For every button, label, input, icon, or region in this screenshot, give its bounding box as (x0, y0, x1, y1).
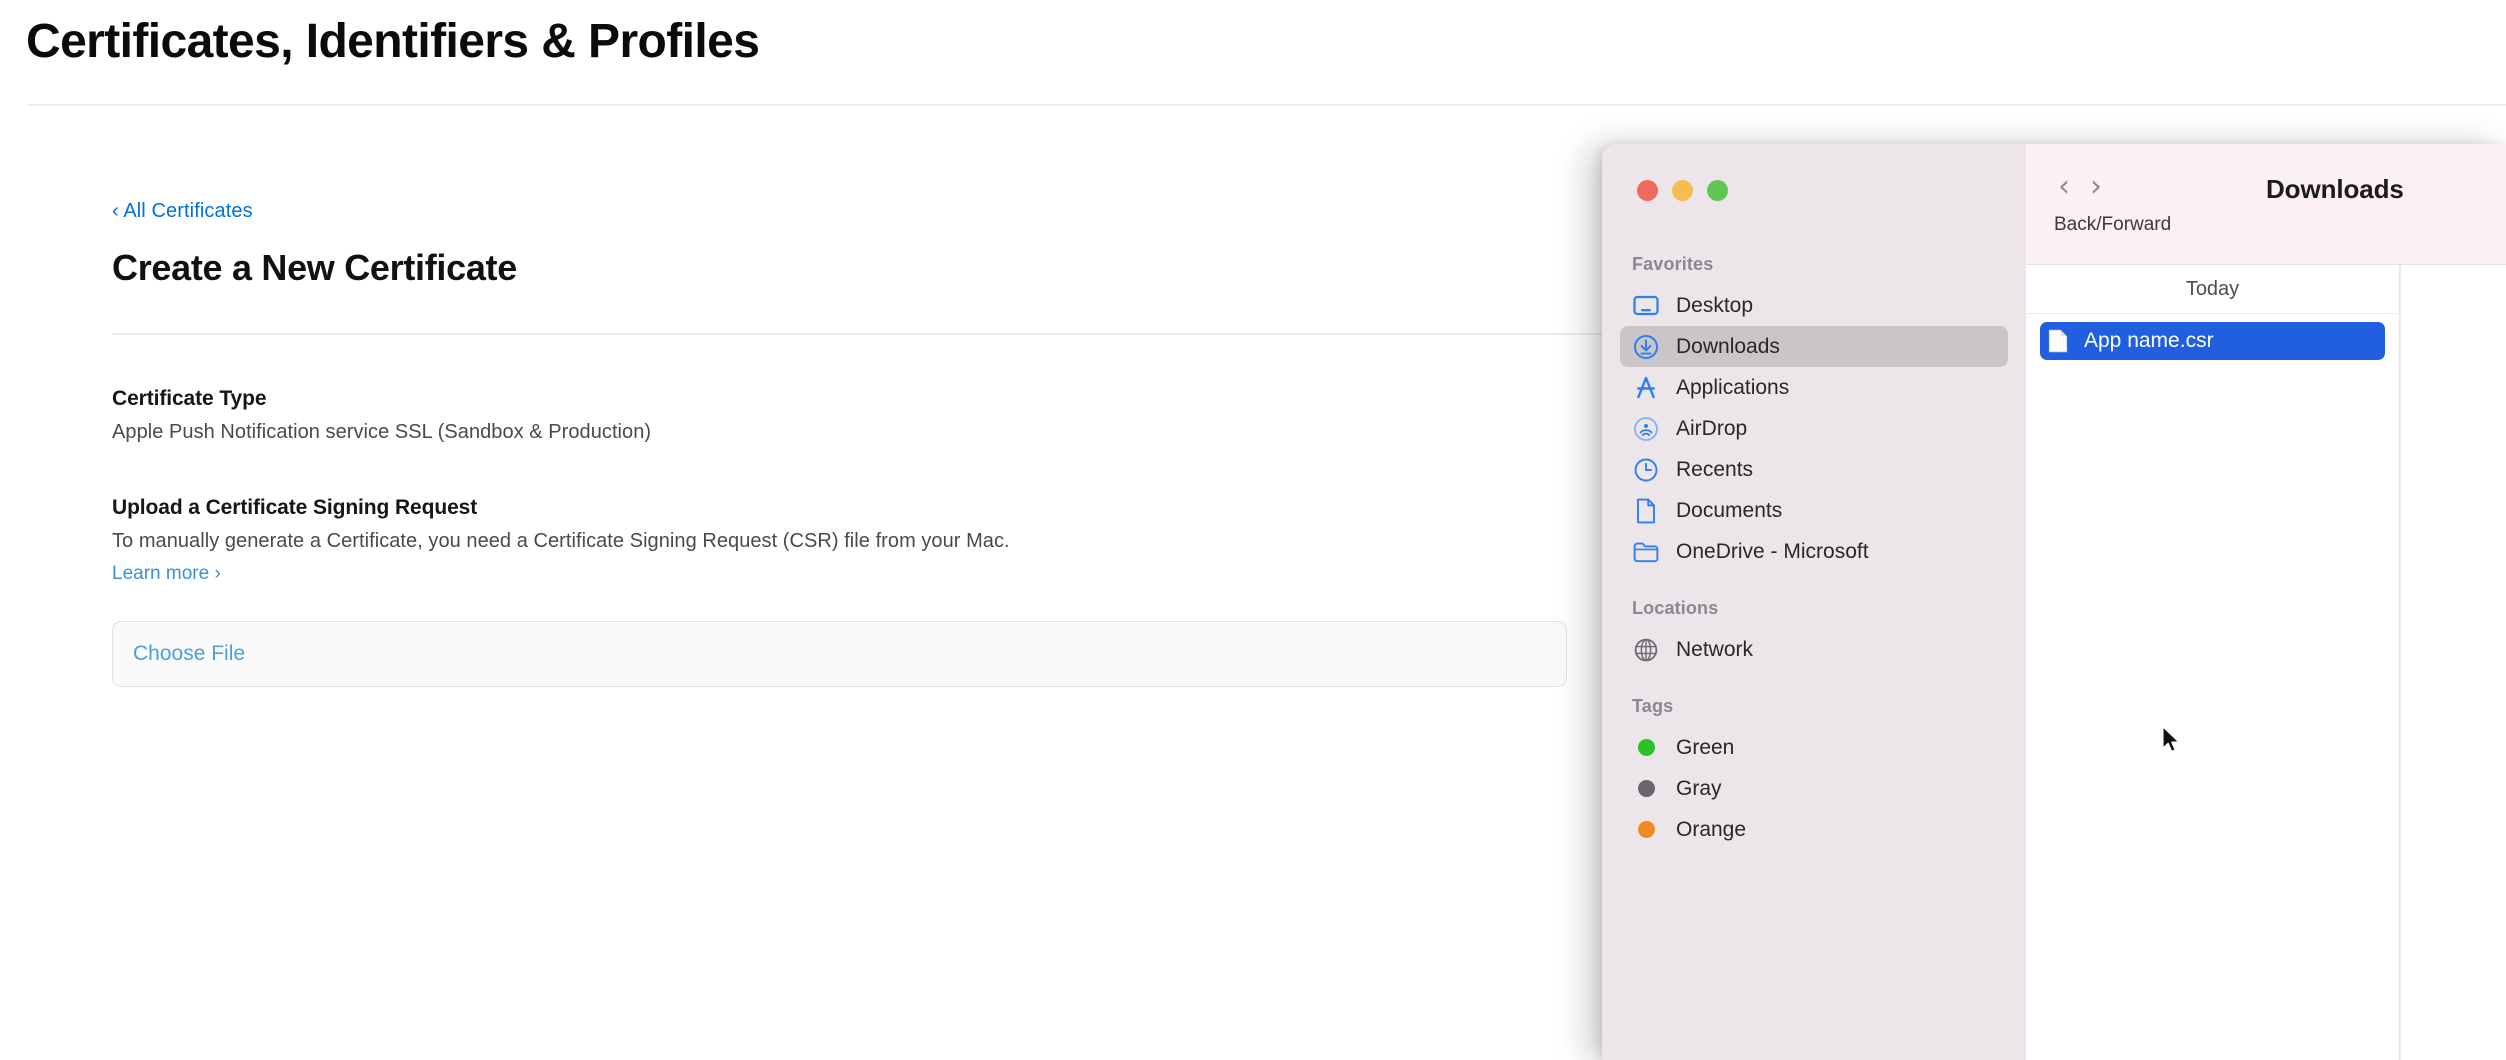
chevron-left-icon[interactable]: ‹ (2058, 172, 2070, 202)
sidebar-item-label: OneDrive - Microsoft (1676, 540, 1869, 564)
dialog-main-pane: ‹ › Back/Forward Downloads Today App nam… (2026, 144, 2506, 1060)
upload-csr-block: Upload a Certificate Signing Request To … (112, 496, 1632, 585)
desktop-icon (1632, 293, 1660, 319)
sidebar-tag-gray[interactable]: Gray (1620, 768, 2008, 809)
airdrop-icon (1632, 416, 1660, 442)
sidebar-item-downloads[interactable]: Downloads (1620, 326, 2008, 367)
sidebar-tag-orange[interactable]: Orange (1620, 809, 2008, 850)
certificate-type-heading: Certificate Type (112, 387, 1632, 411)
sidebar-item-label: Desktop (1676, 294, 1753, 318)
upload-csr-description: To manually generate a Certificate, you … (112, 530, 1632, 553)
dialog-title: Downloads (2266, 174, 2404, 205)
sidebar-item-label: Documents (1676, 499, 1782, 523)
choose-file-button[interactable]: Choose File (133, 642, 245, 666)
file-list[interactable]: App name.csr (2026, 314, 2399, 1060)
upload-csr-heading: Upload a Certificate Signing Request (112, 496, 1632, 520)
sidebar-item-documents[interactable]: Documents (1620, 490, 2008, 531)
sidebar-item-label: Network (1676, 638, 1753, 662)
certificate-type-value: Apple Push Notification service SSL (San… (112, 421, 1632, 444)
chevron-right-icon[interactable]: › (2090, 172, 2102, 202)
minimize-button[interactable] (1672, 180, 1693, 201)
sidebar-item-label: Gray (1676, 777, 1722, 801)
sidebar-group-tags-label: Tags (1602, 696, 2026, 717)
certificate-type-block: Certificate Type Apple Push Notification… (112, 387, 1632, 444)
file-icon (2048, 328, 2072, 354)
sidebar-tag-green[interactable]: Green (1620, 727, 2008, 768)
header-divider (28, 104, 2506, 106)
dialog-toolbar: ‹ › Back/Forward Downloads (2026, 144, 2506, 265)
globe-icon (1632, 637, 1660, 663)
file-picker-dialog: Favorites Desktop Downloads Applications (1602, 144, 2506, 1060)
sidebar-item-label: Orange (1676, 818, 1746, 842)
sidebar-item-network[interactable]: Network (1620, 629, 2008, 670)
sidebar-item-desktop[interactable]: Desktop (1620, 285, 2008, 326)
sidebar-group-locations-label: Locations (1602, 598, 2026, 619)
sidebar-item-recents[interactable]: Recents (1620, 449, 2008, 490)
section-title: Create a New Certificate (112, 247, 1632, 289)
sidebar-item-airdrop[interactable]: AirDrop (1620, 408, 2008, 449)
sidebar-item-label: Downloads (1676, 335, 1780, 359)
sidebar-item-applications[interactable]: Applications (1620, 367, 2008, 408)
sidebar-item-label: Recents (1676, 458, 1753, 482)
close-button[interactable] (1637, 180, 1658, 201)
sidebar-item-label: Applications (1676, 376, 1789, 400)
preview-column (2400, 265, 2506, 1060)
recents-clock-icon (1632, 457, 1660, 483)
documents-icon (1632, 498, 1660, 524)
maximize-button[interactable] (1707, 180, 1728, 201)
tag-dot-icon (1632, 776, 1660, 802)
navigation-arrows: ‹ › (2058, 172, 2102, 202)
choose-file-container[interactable]: Choose File (112, 621, 1567, 687)
sidebar-group-favorites-label: Favorites (1602, 254, 2026, 275)
file-name-label: App name.csr (2084, 329, 2214, 353)
sidebar-list[interactable]: Favorites Desktop Downloads Applications (1602, 228, 2026, 1060)
back-forward-label: Back/Forward (2054, 214, 2171, 236)
applications-icon (1632, 375, 1660, 401)
page-title: Certificates, Identifiers & Profiles (26, 14, 759, 69)
dialog-sidebar: Favorites Desktop Downloads Applications (1602, 144, 2026, 1060)
downloads-icon (1632, 334, 1660, 360)
window-controls (1637, 180, 1728, 201)
tag-dot-icon (1632, 735, 1660, 761)
sidebar-item-label: AirDrop (1676, 417, 1747, 441)
dialog-body: Today App name.csr (2026, 265, 2506, 1060)
file-list-column: Today App name.csr (2026, 265, 2400, 1060)
folder-icon (1632, 539, 1660, 565)
breadcrumb-all-certificates[interactable]: ‹ All Certificates (112, 200, 253, 223)
file-group-header: Today (2026, 265, 2399, 314)
tag-dot-icon (1632, 817, 1660, 843)
sidebar-item-label: Green (1676, 736, 1734, 760)
section-divider (112, 333, 1632, 335)
file-list-item[interactable]: App name.csr (2040, 322, 2385, 360)
learn-more-link[interactable]: Learn more › (112, 563, 221, 585)
sidebar-item-onedrive-microsoft[interactable]: OneDrive - Microsoft (1620, 531, 2008, 572)
main-content: ‹ All Certificates Create a New Certific… (112, 200, 1632, 687)
